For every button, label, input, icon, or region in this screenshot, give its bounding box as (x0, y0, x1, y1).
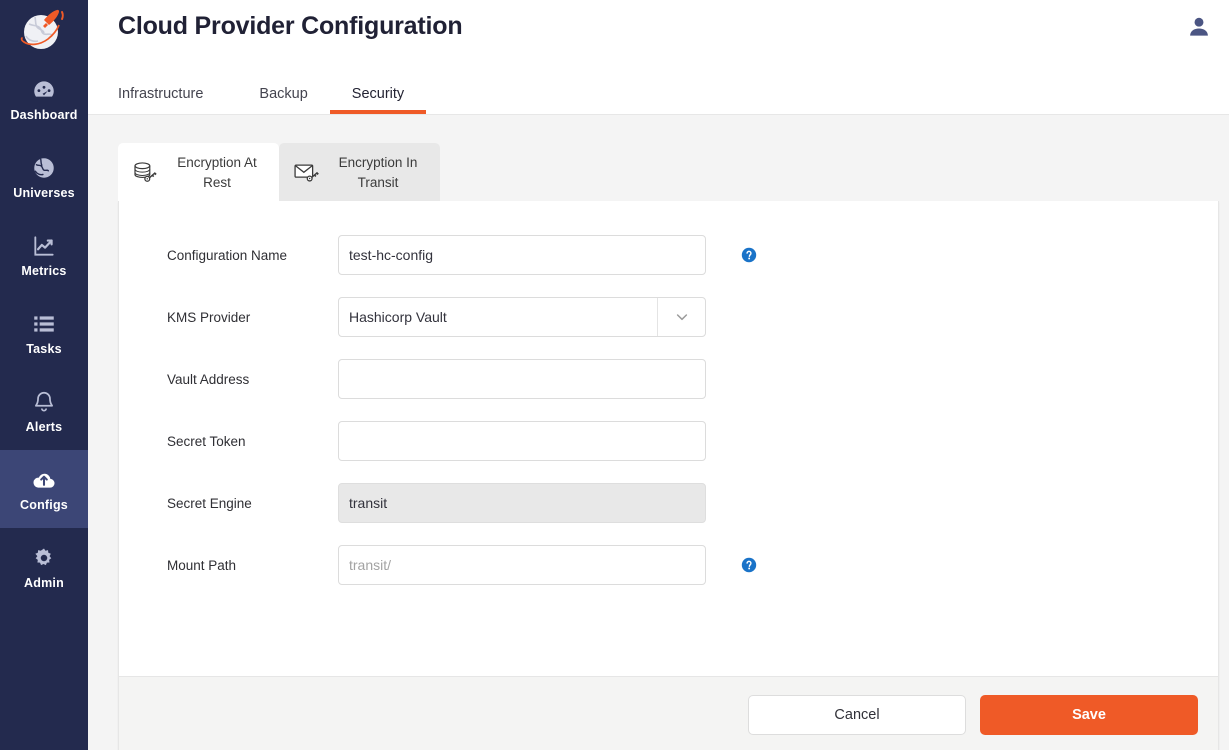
chevron-down-icon[interactable] (657, 298, 705, 336)
primary-tabs: Infrastructure Backup Security (118, 87, 426, 115)
field-placeholder: transit/ (349, 557, 391, 573)
main-area: Cloud Provider Configuration Infrastruct… (88, 0, 1229, 750)
sidebar-item-alerts[interactable]: Alerts (0, 372, 88, 450)
cloud-upload-icon (31, 467, 57, 493)
subtab-encryption-in-transit[interactable]: Encryption In Transit (279, 143, 440, 201)
help-icon[interactable] (741, 557, 757, 573)
sidebar-item-configs[interactable]: Configs (0, 450, 88, 528)
field-label: Mount Path (167, 558, 338, 573)
app-logo[interactable] (0, 2, 88, 60)
chart-line-icon (31, 233, 57, 259)
field-label: Configuration Name (167, 248, 338, 263)
user-avatar-button[interactable] (1186, 14, 1212, 40)
mount-path-input[interactable]: transit/ (338, 545, 706, 585)
database-key-icon (132, 161, 162, 185)
configuration-name-input[interactable]: test-hc-config (338, 235, 706, 275)
sidebar-item-tasks[interactable]: Tasks (0, 294, 88, 372)
content-area: Encryption At Rest Encryption In Transit (88, 115, 1229, 750)
sidebar: Dashboard Universes Metrics (0, 0, 88, 750)
tab-label: Backup (259, 86, 307, 102)
kms-provider-select[interactable]: Hashicorp Vault (338, 297, 706, 337)
sidebar-item-label: Universes (13, 187, 75, 200)
gear-icon (31, 545, 57, 571)
card-footer: Cancel Save (119, 676, 1218, 750)
tab-security[interactable]: Security (330, 87, 426, 115)
cancel-button[interactable]: Cancel (748, 695, 966, 735)
top-header: Cloud Provider Configuration Infrastruct… (88, 0, 1229, 115)
vault-address-input[interactable] (338, 359, 706, 399)
app-root: Dashboard Universes Metrics (0, 0, 1229, 750)
tab-label: Security (352, 86, 404, 102)
field-value: Hashicorp Vault (349, 309, 447, 325)
yugabyte-rocket-globe-logo (16, 6, 72, 56)
encryption-subtabs: Encryption At Rest Encryption In Transit (118, 143, 1229, 201)
subtab-label: Encryption In Transit (332, 153, 424, 192)
page-title: Cloud Provider Configuration (118, 12, 462, 41)
form-row-kms-provider: KMS Provider Hashicorp Vault (167, 286, 1218, 348)
field-label: KMS Provider (167, 310, 338, 325)
encryption-at-rest-card: Configuration Name test-hc-config KMS Pr… (118, 201, 1219, 750)
sidebar-item-label: Alerts (26, 421, 63, 434)
save-button-label: Save (1072, 707, 1106, 723)
bell-icon (31, 389, 57, 415)
sidebar-item-label: Configs (20, 499, 68, 512)
help-icon[interactable] (741, 247, 757, 263)
dashboard-gauge-icon (31, 77, 57, 103)
list-icon (31, 311, 57, 337)
tab-infrastructure[interactable]: Infrastructure (118, 87, 237, 115)
user-avatar-icon (1186, 14, 1212, 40)
save-button[interactable]: Save (980, 695, 1198, 735)
secret-token-input[interactable] (338, 421, 706, 461)
sidebar-item-label: Tasks (26, 343, 62, 356)
field-value: transit (349, 495, 387, 511)
sidebar-item-label: Admin (24, 577, 64, 590)
field-label: Vault Address (167, 372, 338, 387)
sidebar-item-metrics[interactable]: Metrics (0, 216, 88, 294)
form-row-secret-token: Secret Token (167, 410, 1218, 472)
subtab-encryption-at-rest[interactable]: Encryption At Rest (118, 143, 279, 201)
globe-icon (31, 155, 57, 181)
subtab-label: Encryption At Rest (171, 153, 263, 192)
form-row-mount-path: Mount Path transit/ (167, 534, 1218, 596)
sidebar-item-dashboard[interactable]: Dashboard (0, 60, 88, 138)
field-label: Secret Token (167, 434, 338, 449)
form-row-vault-address: Vault Address (167, 348, 1218, 410)
sidebar-item-admin[interactable]: Admin (0, 528, 88, 606)
envelope-key-icon (293, 161, 323, 185)
sidebar-item-universes[interactable]: Universes (0, 138, 88, 216)
secret-engine-input: transit (338, 483, 706, 523)
tab-backup[interactable]: Backup (237, 87, 329, 115)
form-row-secret-engine: Secret Engine transit (167, 472, 1218, 534)
config-form: Configuration Name test-hc-config KMS Pr… (119, 201, 1218, 676)
field-label: Secret Engine (167, 496, 338, 511)
tab-label: Infrastructure (118, 86, 203, 102)
cancel-button-label: Cancel (834, 707, 879, 723)
form-row-configuration-name: Configuration Name test-hc-config (167, 224, 1218, 286)
sidebar-item-label: Metrics (21, 265, 66, 278)
sidebar-item-label: Dashboard (10, 109, 77, 122)
field-value: test-hc-config (349, 247, 433, 263)
